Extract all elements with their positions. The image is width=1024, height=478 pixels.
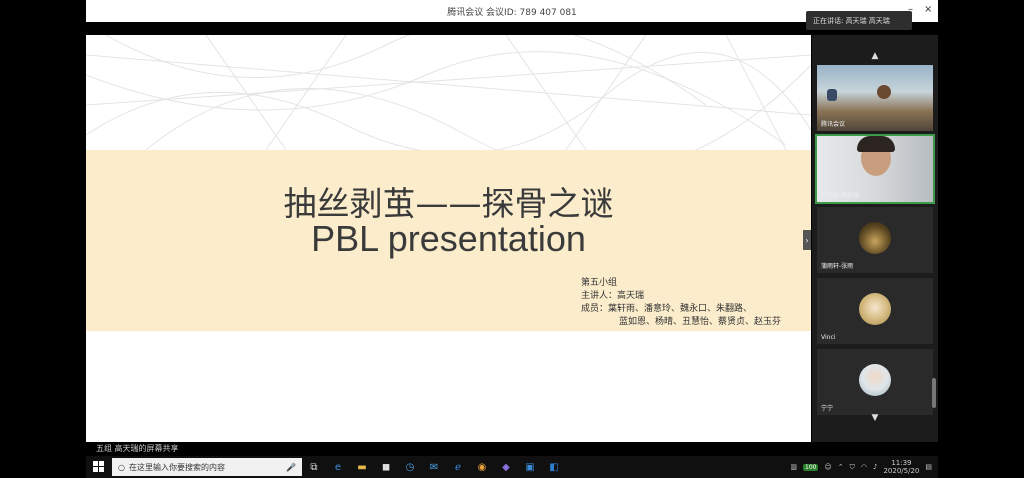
- presenter: 主讲人：高天瑞: [581, 291, 645, 301]
- scroll-up-icon[interactable]: ▲: [812, 51, 938, 61]
- store-icon[interactable]: ◼: [374, 456, 398, 478]
- participant-tile-active[interactable]: 高天瑞 高天瑞: [815, 134, 935, 204]
- taskbar: ○ 在这里输入你要搜索的内容 🎤 ⧉ e ▬ ◼ ◷ ✉ ℯ ◉ ◆ ▣ ◧ ▥…: [86, 456, 938, 478]
- taskbar-clock[interactable]: 11:39 2020/5/20: [883, 459, 919, 475]
- search-icon: ○: [118, 462, 125, 472]
- participant-name: 腾讯会议: [821, 121, 846, 128]
- edge-browser-icon[interactable]: e: [326, 456, 350, 478]
- internet-explorer-icon[interactable]: ℯ: [446, 456, 470, 478]
- shared-slide: 抽丝剥茧——探骨之谜 PBL presentation 第五小组 主讲人：高天瑞…: [86, 35, 811, 442]
- security-icon[interactable]: ⛉: [850, 463, 855, 472]
- participant-video-hair: [857, 136, 895, 152]
- group-name: 第五小组: [581, 278, 618, 288]
- tray-app-icon[interactable]: ▥: [790, 463, 797, 471]
- participant-name: 高天瑞 高天瑞: [821, 192, 859, 199]
- participant-name: 宁宁: [821, 405, 834, 412]
- clock-time: 11:39: [891, 459, 912, 467]
- meeting-id: 腾讯会议 会议ID: 789 407 081: [447, 7, 577, 18]
- panel-scrollbar[interactable]: [932, 378, 936, 408]
- clock-date: 2020/5/20: [883, 467, 920, 475]
- avatar: [859, 222, 891, 254]
- close-button[interactable]: ×: [924, 4, 932, 15]
- chrome-icon[interactable]: ◉: [470, 456, 494, 478]
- members-line-2: 蓝如恩、杨晴、丑慧怡、蔡贤贞、赵玉芬: [619, 317, 782, 327]
- people-icon[interactable]: ☺: [824, 463, 831, 471]
- wifi-icon[interactable]: ◠: [861, 463, 867, 471]
- taskbar-search-input[interactable]: ○ 在这里输入你要搜索的内容 🎤: [112, 458, 302, 476]
- mail-icon[interactable]: ✉: [422, 456, 446, 478]
- participant-video: [877, 85, 891, 99]
- slide-subtitle: PBL presentation: [311, 218, 586, 259]
- microphone-icon[interactable]: 🎤: [286, 463, 296, 472]
- screen-share-label-bar: 五组 高天瑞的屏幕共享: [86, 442, 938, 456]
- members-line-1: 成员：葉轩雨、潘意玲、魏永口、朱翻路、: [581, 304, 753, 314]
- avatar: [859, 364, 891, 396]
- file-explorer-icon[interactable]: ▬: [350, 456, 374, 478]
- participant-tile[interactable]: 宁宁: [817, 349, 933, 415]
- search-placeholder: 在这里输入你要搜索的内容: [128, 462, 225, 472]
- app-icon[interactable]: ▣: [518, 456, 542, 478]
- slide-background-pattern: [86, 35, 811, 150]
- avatar: [859, 293, 891, 325]
- participants-panel: ▲ 腾讯会议 高天瑞 高天瑞 蒲雨轩-张雨 Vinci 宁宁 ▼: [812, 35, 938, 442]
- scroll-down-icon[interactable]: ▼: [812, 413, 938, 423]
- tencent-meeting-icon[interactable]: ◧: [542, 456, 566, 478]
- participant-tile[interactable]: 腾讯会议: [817, 65, 933, 131]
- screen-share-label: 五组 高天瑞的屏幕共享: [96, 444, 179, 453]
- task-view-icon[interactable]: ⧉: [302, 456, 326, 478]
- collapse-panel-arrow-icon[interactable]: ›: [803, 230, 811, 250]
- notifications-icon[interactable]: ▤: [925, 463, 932, 471]
- participant-video-figure: [827, 89, 837, 101]
- participant-tile[interactable]: 蒲雨轩-张雨: [817, 207, 933, 273]
- battery-indicator[interactable]: 100: [803, 463, 819, 471]
- participant-name: Vinci: [821, 334, 836, 341]
- app-icon[interactable]: ◆: [494, 456, 518, 478]
- group-info: 第五小组 主讲人：高天瑞 成员：葉轩雨、潘意玲、魏永口、朱翻路、 蓝如恩、杨晴、…: [581, 277, 781, 329]
- speaking-indicator: 正在讲话: 高天瑞 高天瑞: [806, 11, 912, 30]
- clock-app-icon[interactable]: ◷: [398, 456, 422, 478]
- show-hidden-icons-icon[interactable]: ⌃: [838, 463, 844, 471]
- participant-name: 蒲雨轩-张雨: [821, 263, 854, 270]
- volume-icon[interactable]: ♪: [873, 463, 877, 471]
- windows-start-icon[interactable]: [86, 456, 112, 478]
- screen: 腾讯会议 会议ID: 789 407 081 – × 正在讲话: 高天瑞 高天瑞…: [0, 0, 1024, 478]
- participant-tile[interactable]: Vinci: [817, 278, 933, 344]
- system-tray: ▥ 100 ☺ ⌃ ⛉ ◠ ♪ 11:39 2020/5/20 ▤: [790, 459, 938, 475]
